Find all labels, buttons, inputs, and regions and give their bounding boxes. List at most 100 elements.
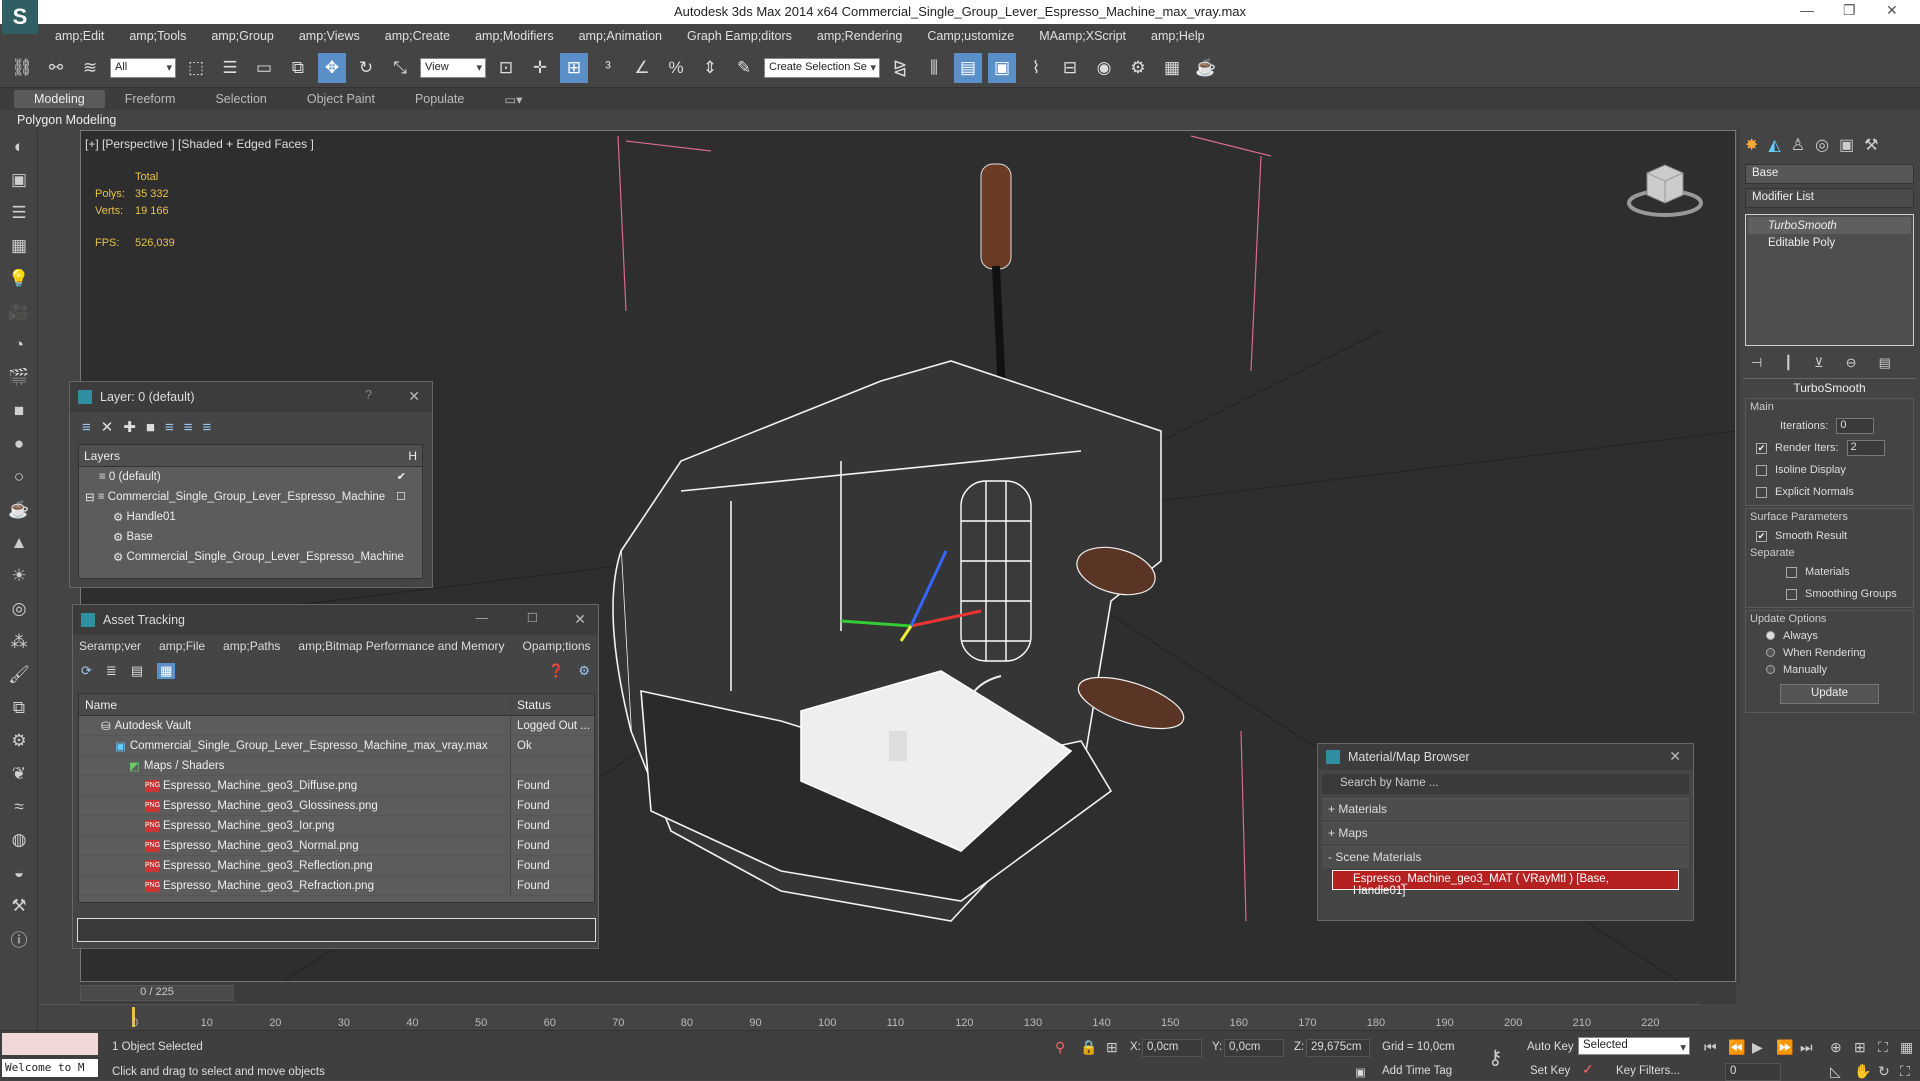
light-icon[interactable]: 💡 xyxy=(0,262,38,295)
close-icon[interactable]: ✕ xyxy=(1886,2,1898,19)
menu-server[interactable]: Seramp;ver xyxy=(79,639,141,653)
help-icon[interactable]: ❓ xyxy=(548,663,564,679)
y-coordinate-field[interactable]: 0,0cm xyxy=(1224,1039,1284,1057)
scene-materials-section[interactable]: - Scene Materials xyxy=(1322,846,1689,868)
tab-freeform[interactable]: Freeform xyxy=(105,90,196,108)
table-row[interactable]: ▣ Commercial_Single_Group_Lever_Espresso_… xyxy=(79,736,594,756)
field-of-view-icon[interactable]: ◺ xyxy=(1830,1063,1841,1080)
iterations-spinner[interactable]: 0 xyxy=(1836,418,1875,434)
snaps-icon[interactable]: ³ xyxy=(594,53,622,83)
rect-selection-icon[interactable]: ▭ xyxy=(250,53,278,83)
menu-views[interactable]: amp;Views xyxy=(299,29,360,43)
geosphere-icon[interactable]: ○ xyxy=(0,460,38,493)
materials-section[interactable]: + Materials xyxy=(1322,798,1689,820)
table-row[interactable]: PNG Espresso_Machine_geo3_Reflection.png F… xyxy=(79,856,594,876)
minimize-icon[interactable]: — xyxy=(476,611,489,625)
menu-edit[interactable]: amp;Edit xyxy=(55,29,104,43)
paint-icon[interactable]: 🖌 xyxy=(0,658,38,691)
time-tag-icon[interactable]: ▣ xyxy=(1355,1065,1366,1079)
app-logo-icon[interactable]: S xyxy=(2,0,38,34)
select-object-icon[interactable]: ⬚ xyxy=(182,53,210,83)
play-icon[interactable]: ▶ xyxy=(1752,1039,1763,1056)
isoline-checkbox[interactable] xyxy=(1756,464,1767,476)
menu-rendering[interactable]: amp;Rendering xyxy=(817,29,902,43)
camera-icon[interactable]: 🎥 xyxy=(0,295,38,328)
scene-explorer-icon[interactable]: ☰ xyxy=(0,196,38,229)
render-iters-spinner[interactable]: 2 xyxy=(1846,440,1885,456)
auto-key-button[interactable]: Auto Key xyxy=(1527,1041,1574,1053)
refresh-icon[interactable]: ⟳ xyxy=(81,663,92,679)
scene-material-item[interactable]: Espresso_Machine_geo3_MAT ( VRayMtl ) [B… xyxy=(1332,870,1679,897)
materials-checkbox[interactable] xyxy=(1786,566,1797,578)
rotate-icon[interactable]: ↻ xyxy=(352,53,380,83)
smoothing-groups-checkbox[interactable] xyxy=(1786,588,1797,600)
utilities-tab-icon[interactable]: ⚒ xyxy=(1864,135,1878,155)
asset-path-input[interactable] xyxy=(77,918,596,942)
explicit-normals-checkbox[interactable] xyxy=(1756,486,1767,498)
zoom-icon[interactable]: ⊕ xyxy=(1830,1039,1842,1056)
current-frame-field[interactable]: 0 xyxy=(1725,1063,1781,1081)
motion-tab-icon[interactable]: ◎ xyxy=(1815,135,1829,155)
orbit-icon[interactable]: ↻ xyxy=(1878,1063,1890,1080)
viewcube-icon[interactable] xyxy=(1625,153,1705,223)
table-row[interactable]: PNG Espresso_Machine_geo3_Normal.png Found xyxy=(79,836,594,856)
when-rendering-radio[interactable] xyxy=(1766,648,1775,657)
maximize-icon[interactable]: ☐ xyxy=(527,610,538,625)
cloth-icon[interactable]: ◍ xyxy=(0,823,38,856)
tab-populate[interactable]: Populate xyxy=(395,90,484,108)
track-bar[interactable]: 0 10 20 30 40 50 60 70 80 90 100 110 120 130 140 150 160… xyxy=(40,1004,1700,1030)
utilities-icon[interactable]: ⚒ xyxy=(0,889,38,922)
menu-maxscript[interactable]: MAamp;XScript xyxy=(1039,29,1126,43)
maps-section[interactable]: + Maps xyxy=(1322,822,1689,844)
material-browser-header[interactable]: Material/Map Browser ✕ xyxy=(1318,744,1693,770)
window-crossing-icon[interactable]: ⧉ xyxy=(284,53,312,83)
add-time-tag[interactable]: Add Time Tag xyxy=(1382,1065,1452,1077)
link-icon[interactable]: ⛓ xyxy=(8,53,36,83)
list-item[interactable]: ⚙ Commercial_Single_Group_Lever_Espresso… xyxy=(79,547,422,567)
hide-column[interactable]: H xyxy=(408,449,417,463)
menu-paths[interactable]: amp;Paths xyxy=(223,639,280,653)
select-by-name-icon[interactable]: ☰ xyxy=(216,53,244,83)
render-icon[interactable]: ☕ xyxy=(1192,53,1220,83)
list-item[interactable]: ≡ 0 (default) ✔ xyxy=(79,467,422,487)
key-filters-button[interactable]: Key Filters... xyxy=(1616,1065,1680,1077)
torus-icon[interactable]: ◎ xyxy=(0,592,38,625)
isolate-icon[interactable]: ⚲ xyxy=(1055,1039,1065,1056)
table-row[interactable]: PNG Espresso_Machine_geo3_Diffuse.png Foun… xyxy=(79,776,594,796)
checkbox-icon[interactable]: ☐ xyxy=(396,490,406,503)
menu-options[interactable]: Opamp;tions xyxy=(523,639,591,653)
manually-radio[interactable] xyxy=(1766,665,1775,674)
menu-modifiers[interactable]: amp;Modifiers xyxy=(475,29,554,43)
cone-icon[interactable]: ▲ xyxy=(0,526,38,559)
curve-editor-icon[interactable]: ⌇ xyxy=(1022,53,1050,83)
table-row[interactable]: PNG Espresso_Machine_geo3_Refraction.png F… xyxy=(79,876,594,896)
go-to-start-icon[interactable]: ⏮ xyxy=(1704,1039,1717,1056)
menu-group[interactable]: amp;Group xyxy=(211,29,274,43)
select-layer-icon[interactable]: ■ xyxy=(146,419,155,436)
maxscript-listener[interactable] xyxy=(2,1033,98,1055)
maximize-viewport-icon[interactable]: ▦ xyxy=(1900,1039,1913,1056)
asset-panel-header[interactable]: Asset Tracking — ☐ ✕ xyxy=(73,605,598,635)
turbosmooth-rollout[interactable]: TurboSmooth xyxy=(1743,378,1916,396)
table-row[interactable]: PNG Espresso_Machine_geo3_Glossiness.png F… xyxy=(79,796,594,816)
select-manipulate-icon[interactable]: ✛ xyxy=(526,53,554,83)
absolute-mode-icon[interactable]: ⊞ xyxy=(1106,1039,1118,1056)
spinner-snap-icon[interactable]: ⇕ xyxy=(696,53,724,83)
list-item[interactable]: ⚙ Handle01 xyxy=(79,507,422,527)
collapse-icon[interactable]: ⊟ xyxy=(85,490,95,504)
zoom-extents-icon[interactable]: ⛶ xyxy=(1878,1039,1888,1056)
ribbon-options-icon[interactable]: ▭▾ xyxy=(484,90,542,109)
list-item[interactable]: ⚙ Base xyxy=(79,527,422,547)
new-layer-icon[interactable]: ≡ xyxy=(82,419,91,436)
table-row[interactable]: PNG Espresso_Machine_geo3_Ior.png Found xyxy=(79,816,594,836)
box-icon[interactable]: ■ xyxy=(0,394,38,427)
particles-icon[interactable]: ⁂ xyxy=(0,625,38,658)
table-row[interactable]: ◩ Maps / Shaders xyxy=(79,756,594,776)
menu-file[interactable]: amp;File xyxy=(159,639,205,653)
z-coordinate-field[interactable]: 29,675cm xyxy=(1306,1039,1370,1057)
pan-icon[interactable]: ✋ xyxy=(1854,1063,1871,1080)
create-tab-icon[interactable]: ✸ xyxy=(1745,135,1758,155)
animation-icon[interactable]: 🎬 xyxy=(0,361,38,394)
settings-icon[interactable]: ⚙ xyxy=(578,663,590,679)
list-item[interactable]: ⊟ ≡ Commercial_Single_Group_Lever_Espres… xyxy=(79,487,422,507)
